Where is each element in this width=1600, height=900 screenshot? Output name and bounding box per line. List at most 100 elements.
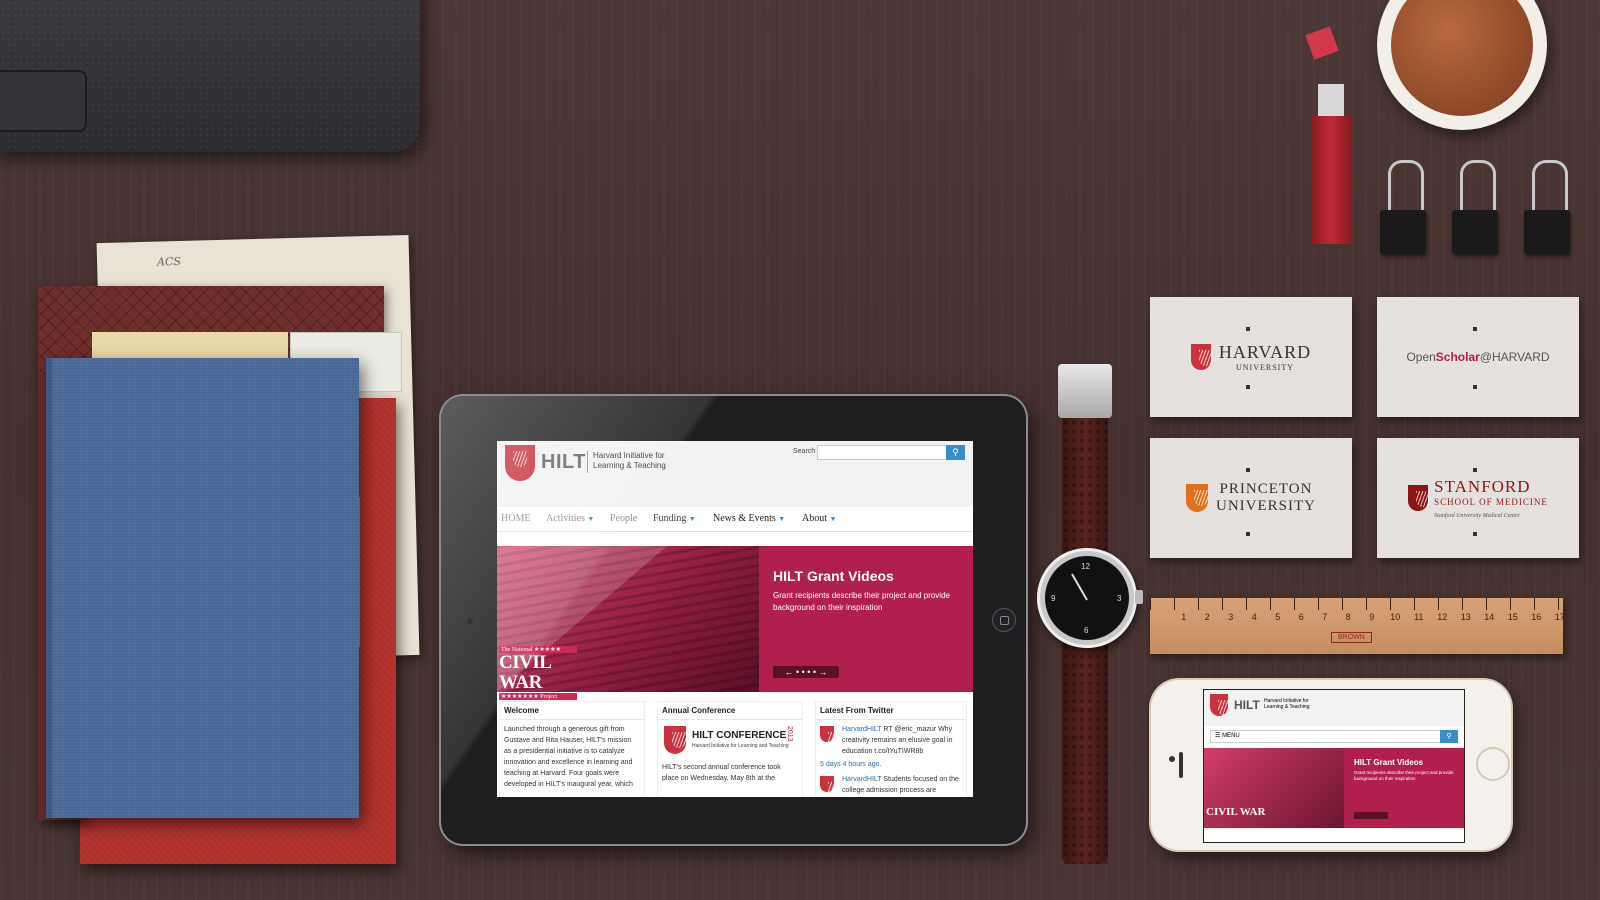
chevron-down-icon: ▼ [688, 515, 696, 523]
conference-logo-year: 2013 [786, 726, 793, 742]
card-content: PRINCETON UNIVERSITY [1150, 438, 1352, 558]
card-title-scholar: Scholar [1435, 350, 1480, 364]
phone-menu-label: MENU [1222, 733, 1240, 739]
tablet: HILT Harvard Initiative for Learning & T… [441, 396, 1026, 844]
usb-cap [1305, 26, 1339, 60]
binder-clip [1380, 210, 1426, 254]
hilt-shield-icon [1210, 694, 1232, 716]
card-title: STANFORD [1434, 477, 1531, 496]
princeton-shield-icon [1186, 484, 1208, 512]
tweet: HarvardHILT Students focused on the coll… [820, 774, 962, 797]
welcome-text: Launched through a generous gift from Gu… [504, 726, 633, 788]
blue-notebook [46, 358, 359, 818]
phone-search-button[interactable]: ⚲ [1440, 730, 1458, 743]
binder-clip [1524, 210, 1570, 254]
search-icon: ⚲ [952, 447, 959, 457]
nav-activities[interactable]: Activities ▼ [546, 513, 594, 524]
phone-speaker [1179, 752, 1183, 778]
logo-divider [587, 451, 588, 473]
phone-menu[interactable]: ☰ MENU [1210, 730, 1442, 743]
nav-about-label: About [802, 513, 827, 524]
card-content: HARVARD UNIVERSITY [1150, 297, 1352, 417]
nav-funding[interactable]: Funding ▼ [653, 513, 696, 524]
conference-heading: Annual Conference [658, 702, 802, 720]
usb-connector [1318, 84, 1344, 116]
card-subtitle: UNIVERSITY [1216, 498, 1316, 514]
phone-hero-desc: Grant recipients describe their project … [1354, 770, 1454, 781]
welcome-column: Welcome Launched through a generous gift… [499, 701, 645, 797]
phone-home-button[interactable] [1476, 747, 1510, 781]
twitter-avatar-icon [820, 776, 842, 797]
slider-pager[interactable]: ← • • • • → [773, 666, 839, 678]
handwritten-scribble: ACS [156, 254, 182, 269]
twitter-column: Latest From Twitter HarvardHILT RT @eric… [815, 701, 967, 797]
binder-clip [1452, 210, 1498, 254]
tablet-camera [467, 618, 473, 624]
card-subtitle: UNIVERSITY [1236, 363, 1294, 372]
tweet-time[interactable]: 5 days 4 hours ago. [820, 759, 962, 770]
phone-camera [1169, 756, 1175, 762]
card-title: PRINCETON [1219, 481, 1313, 497]
conference-logo-title: HILT CONFERENCE [692, 730, 787, 741]
logo-subtitle: Harvard Initiative for Learning & Teachi… [593, 451, 666, 471]
nav-funding-label: Funding [653, 513, 687, 524]
ruler-numbers: 1 2 3 4 5 6 7 8 9 10 11 12 13 14 15 16 17 [1172, 612, 1572, 622]
search-button[interactable]: ⚲ [946, 445, 965, 460]
conference-column: Annual Conference HILT CONFERENCE Harvar… [657, 701, 803, 797]
card-openscholar: Open Scholar @HARVARD [1377, 297, 1579, 417]
tweet-user[interactable]: HarvardHILT [842, 726, 881, 733]
search-label: Search [793, 448, 816, 455]
ruler-number: 3 [1228, 612, 1234, 622]
tweet-body: HarvardHILT Students focused on the coll… [842, 774, 962, 796]
search-input[interactable] [817, 445, 947, 460]
chevron-down-icon: ▼ [829, 515, 837, 523]
card-content: STANFORD SCHOOL OF MEDICINE Stanford Uni… [1377, 438, 1579, 558]
phone-hero-title: HILT Grant Videos [1354, 758, 1424, 767]
phone-hero[interactable]: CIVIL WAR HILT Grant Videos Grant recipi… [1204, 748, 1464, 828]
ruler-number: 11 [1414, 612, 1424, 622]
conference-logo[interactable]: HILT CONFERENCE Harvard Initiative for L… [662, 724, 798, 758]
welcome-heading: Welcome [500, 702, 644, 720]
card-stanford: STANFORD SCHOOL OF MEDICINE Stanford Uni… [1377, 438, 1579, 558]
nav-about[interactable]: About ▼ [802, 513, 836, 524]
ruler-number: 1 [1181, 612, 1187, 622]
card-princeton: PRINCETON UNIVERSITY [1150, 438, 1352, 558]
site-header: HILT Harvard Initiative for Learning & T… [497, 441, 973, 507]
hero-description: Grant recipients describe their project … [773, 591, 950, 612]
harvard-shield-icon [1190, 344, 1213, 370]
site-logo[interactable]: HILT [541, 451, 586, 474]
tablet-home-button[interactable] [992, 608, 1016, 632]
usb-drive [1311, 116, 1351, 244]
nav-home[interactable]: HOME [501, 513, 530, 524]
card-title-open: Open [1406, 350, 1436, 364]
ruler: 1 2 3 4 5 6 7 8 9 10 11 12 13 14 15 16 17 BROWN [1150, 598, 1565, 654]
chevron-down-icon: ▼ [778, 515, 786, 523]
badge-title: CIVIL WAR [499, 652, 551, 693]
phone-site-logo[interactable]: HILT [1234, 698, 1260, 712]
ruler-number: 2 [1204, 612, 1210, 622]
watch-numeral-12: 12 [1081, 562, 1090, 571]
ruler-number: 15 [1507, 612, 1518, 622]
ruler-number: 6 [1298, 612, 1304, 622]
nav-news-label: News & Events [713, 513, 776, 524]
card-title-harvard: @HARVARD [1479, 350, 1550, 364]
ruler-number: 10 [1390, 612, 1401, 622]
hero-slider[interactable]: The National ★★★★★ CIVIL WAR ★★★★★★★ Pro… [497, 546, 973, 700]
watch-buckle [1058, 364, 1112, 418]
nav-news-events[interactable]: News & Events ▼ [713, 513, 785, 524]
tweet: HarvardHILT RT @eric_mazur Why creativit… [820, 724, 962, 770]
nav-people[interactable]: People [610, 513, 637, 524]
tweet-user[interactable]: HarvardHILT [842, 776, 881, 783]
logo-subtitle-line1: Harvard Initiative for [593, 451, 665, 460]
watch-crown [1135, 590, 1143, 604]
phone-screen: HILT Harvard Initiative for Learning & Te… [1203, 689, 1465, 843]
phone-slider-pager[interactable] [1354, 812, 1388, 819]
phone-logo-sub: Harvard Initiative for Learning & Teachin… [1264, 698, 1310, 710]
card-foot: Stanford University Medical Center [1434, 513, 1521, 519]
conference-shield-icon [664, 726, 686, 754]
card-content: Open Scholar @HARVARD [1377, 297, 1579, 417]
ruler-number: 12 [1437, 612, 1448, 622]
tweet-body: HarvardHILT RT @eric_mazur Why creativit… [842, 724, 962, 757]
conference-logo-sub: Harvard Initiative for Learning and Teac… [692, 743, 789, 749]
phone: HILT Harvard Initiative for Learning & Te… [1151, 680, 1511, 850]
